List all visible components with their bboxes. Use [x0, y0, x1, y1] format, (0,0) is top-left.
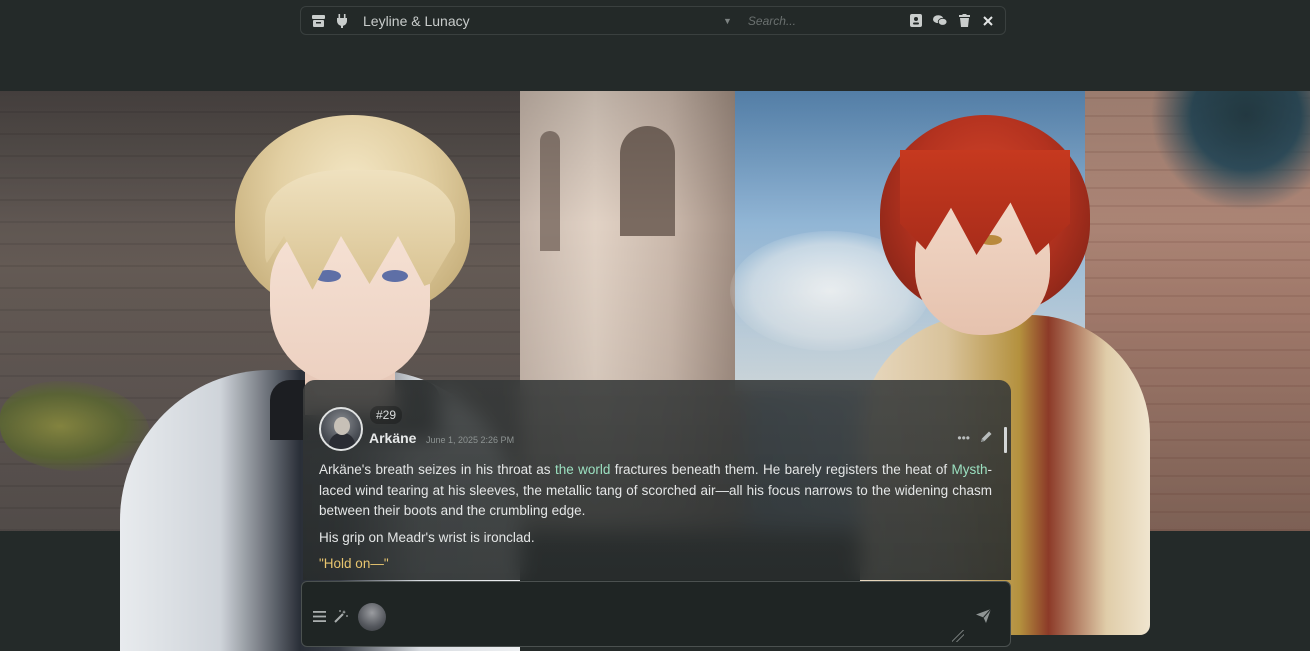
more-options-icon[interactable]: •••: [957, 431, 970, 445]
chat-title[interactable]: Leyline & Lunacy: [363, 13, 723, 29]
highlight-text: Mysth: [951, 462, 988, 477]
magic-wand-icon[interactable]: [334, 610, 348, 626]
message-id: #29: [370, 406, 403, 424]
close-icon[interactable]: [981, 14, 995, 28]
persona-avatar[interactable]: [358, 603, 386, 631]
menu-icon[interactable]: [313, 610, 326, 625]
top-bar: Leyline & Lunacy ▼: [300, 6, 1006, 35]
dialogue-quote: "Hold on—": [319, 556, 389, 571]
archive-icon[interactable]: [311, 14, 325, 28]
trash-icon[interactable]: [957, 14, 971, 28]
chevron-down-icon[interactable]: ▼: [723, 16, 732, 26]
message-timestamp: June 1, 2025 2:26 PM: [426, 435, 515, 445]
message-input-bar[interactable]: [301, 581, 1011, 647]
message-paragraph: "Hold on—": [319, 554, 992, 575]
scrollbar-thumb[interactable]: [1004, 427, 1007, 453]
chats-icon[interactable]: [933, 14, 947, 28]
chat-message-panel: #29 Arkäne June 1, 2025 2:26 PM ••• Arkä…: [303, 380, 1011, 580]
contact-card-icon[interactable]: [909, 14, 923, 28]
character-name[interactable]: Arkäne: [369, 430, 416, 446]
message-body: Arkäne's breath seizes in his throat as …: [319, 460, 992, 580]
edit-pencil-icon[interactable]: [980, 430, 993, 446]
highlight-text: the world: [554, 462, 611, 477]
chat-app: Leyline & Lunacy ▼ #29 Arkäne Jun: [0, 0, 1310, 651]
chat-message: #29 Arkäne June 1, 2025 2:26 PM ••• Arkä…: [303, 380, 1011, 571]
send-icon[interactable]: [976, 608, 992, 626]
search-input[interactable]: [747, 10, 883, 31]
plug-icon[interactable]: [335, 13, 349, 28]
resize-grip-icon[interactable]: [952, 630, 964, 642]
message-paragraph: Arkäne's breath seizes in his throat as …: [319, 462, 992, 518]
message-paragraph: His grip on Meadr's wrist is ironclad.: [319, 529, 535, 545]
avatar[interactable]: [319, 407, 363, 451]
